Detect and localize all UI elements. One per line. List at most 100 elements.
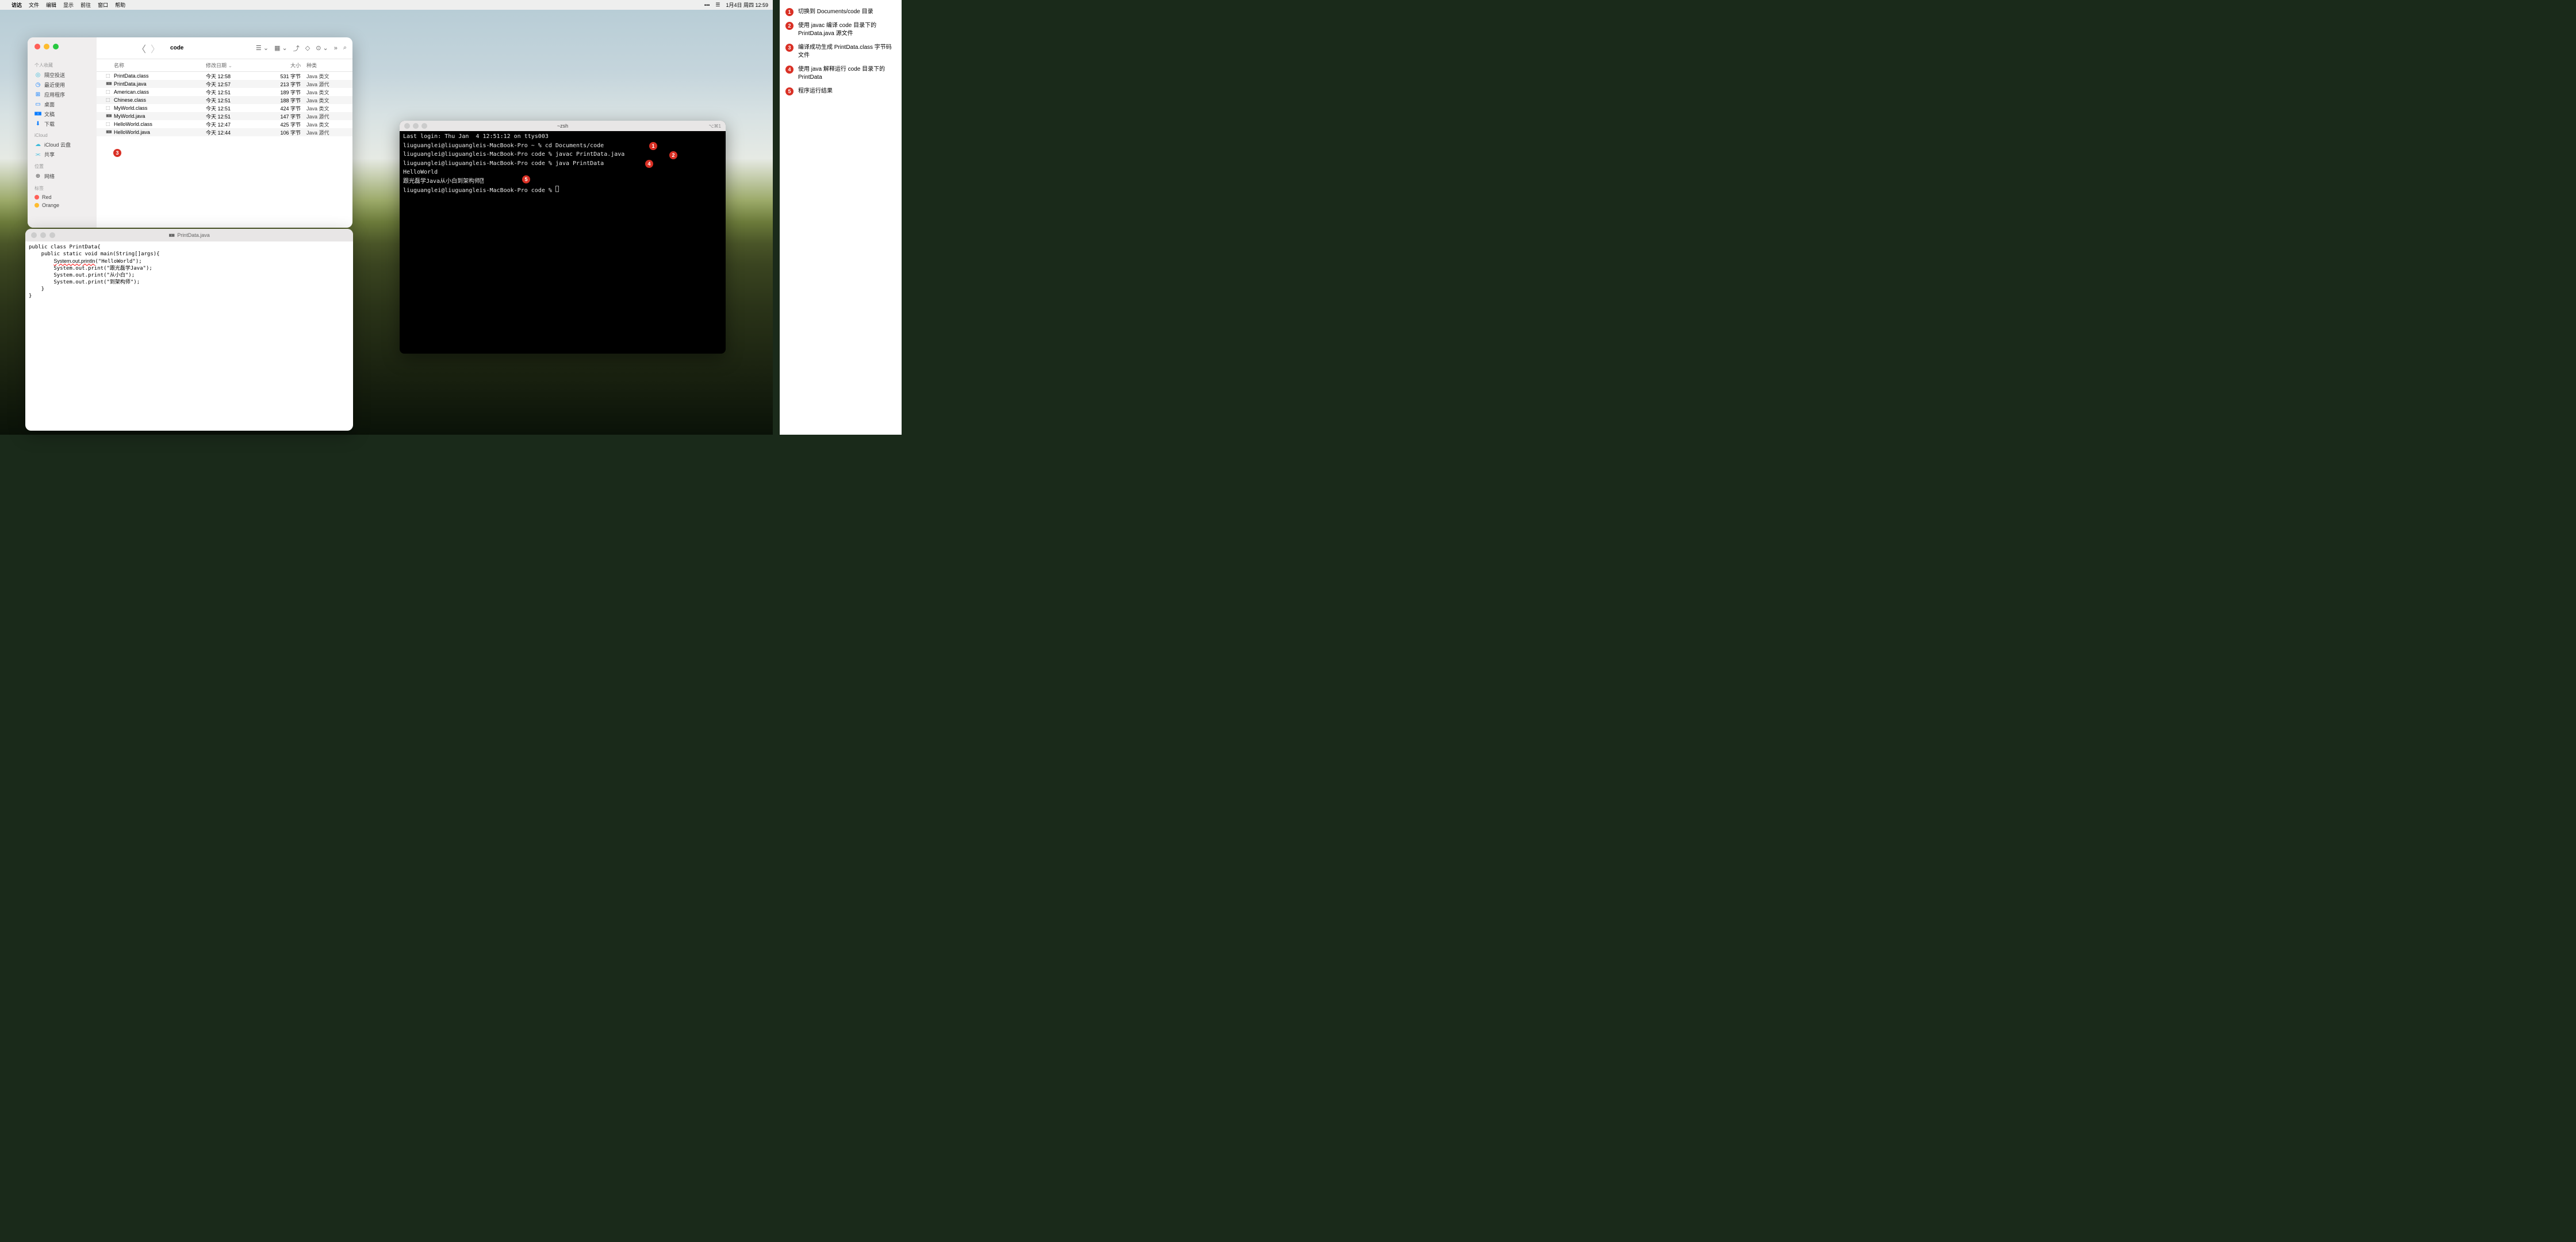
maximize-icon[interactable] <box>49 232 55 238</box>
close-icon[interactable] <box>34 44 40 49</box>
editor-content[interactable]: public class PrintData{ public static vo… <box>25 241 353 302</box>
maximize-icon[interactable] <box>53 44 59 49</box>
file-kind: Java 类文 <box>306 105 352 112</box>
sidebar-item-desktop[interactable]: ▭桌面 <box>28 99 97 109</box>
group-icon[interactable]: ▦ ⌄ <box>274 44 288 52</box>
overflow-icon[interactable]: » <box>334 45 338 52</box>
col-kind[interactable]: 种类 <box>306 62 352 69</box>
download-icon: ⬇ <box>34 121 41 128</box>
sidebar-item-downloads[interactable]: ⬇下载 <box>28 119 97 129</box>
file-modified: 今天 12:58 <box>206 72 269 80</box>
minimize-icon[interactable] <box>413 123 419 129</box>
file-size: 531 字节 <box>269 72 306 80</box>
annotation-badge-3: 3 <box>113 149 121 157</box>
finder-main: 〈 〉 code ☰ ⌄ ▦ ⌄ ⤴ ◇ ⊙ ⌄ » ⌕ 名称 修改日期 ⌄ 大… <box>97 37 352 228</box>
col-name[interactable]: 名称 <box>97 62 206 69</box>
sidebar-item-airdrop[interactable]: ◎隔空投送 <box>28 70 97 80</box>
sidebar-tag-red[interactable]: Red <box>28 193 97 201</box>
annotation-badge-2: 2 <box>669 151 677 159</box>
file-row[interactable]: ⬚HelloWorld.class今天 12:47425 字节Java 类文 <box>97 120 352 128</box>
finder-sidebar: 个人收藏 ◎隔空投送 ◷最近使用 ⊞应用程序 ▭桌面 🀰文稿 ⬇下载 iClou… <box>28 37 97 228</box>
cloud-icon: ☁ <box>34 141 41 148</box>
sidebar-header-tags: 标签 <box>28 183 97 193</box>
search-icon[interactable]: ⌕ <box>343 44 347 52</box>
file-size: 213 字节 <box>269 80 306 88</box>
close-icon[interactable] <box>404 123 410 129</box>
file-kind: Java 源代 <box>306 129 352 136</box>
badge-icon: 4 <box>785 66 793 74</box>
file-kind: Java 源代 <box>306 80 352 88</box>
action-icon[interactable]: ⊙ ⌄ <box>316 44 328 52</box>
editor-titlebar: 🀰 PrintData.java <box>25 229 353 241</box>
desktop-icon: ▭ <box>34 101 41 108</box>
file-name: MyWorld.class <box>114 105 206 111</box>
back-button[interactable]: 〈 <box>137 41 146 55</box>
forward-button[interactable]: 〉 <box>151 41 160 55</box>
file-size: 147 字节 <box>269 113 306 120</box>
file-row[interactable]: 🀰MyWorld.java今天 12:51147 字节Java 源代 <box>97 112 352 120</box>
file-row[interactable]: ⬚Chinese.class今天 12:51188 字节Java 类文 <box>97 96 352 104</box>
annotation-badge-1: 1 <box>649 142 657 150</box>
file-row[interactable]: 🀰PrintData.java今天 12:57213 字节Java 源代 <box>97 80 352 88</box>
minimize-icon[interactable] <box>40 232 46 238</box>
file-size: 425 字节 <box>269 121 306 128</box>
maximize-icon[interactable] <box>421 123 427 129</box>
file-modified: 今天 12:51 <box>206 89 269 96</box>
sidebar-item-shared[interactable]: ⫘共享 <box>28 150 97 159</box>
menu-edit[interactable]: 编辑 <box>46 1 56 9</box>
file-list-header: 名称 修改日期 ⌄ 大小 种类 <box>97 59 352 72</box>
file-row[interactable]: ⬚American.class今天 12:51189 字节Java 类文 <box>97 88 352 96</box>
sidebar-item-documents[interactable]: 🀰文稿 <box>28 109 97 119</box>
share-icon[interactable]: ⤴ <box>293 44 300 53</box>
file-row[interactable]: ⬚PrintData.class今天 12:58531 字节Java 类文 <box>97 72 352 80</box>
menu-window[interactable]: 窗口 <box>98 1 108 9</box>
file-list[interactable]: ⬚PrintData.class今天 12:58531 字节Java 类文🀰Pr… <box>97 72 352 228</box>
view-options-icon[interactable]: ☰ ⌄ <box>256 44 269 52</box>
terminal-title: ~zsh <box>557 123 568 129</box>
file-row[interactable]: ⬚MyWorld.class今天 12:51424 字节Java 类文 <box>97 104 352 112</box>
badge-icon: 3 <box>785 44 793 52</box>
share-icon: ⫘ <box>34 151 41 158</box>
tag-orange-icon <box>34 203 39 208</box>
control-center-icon[interactable]: ☰ <box>715 2 720 8</box>
clock-icon: ◷ <box>34 82 41 89</box>
file-modified: 今天 12:51 <box>206 97 269 104</box>
menu-view[interactable]: 显示 <box>63 1 74 9</box>
annotation-badge-4: 4 <box>645 160 653 168</box>
file-kind: Java 类文 <box>306 89 352 96</box>
col-size[interactable]: 大小 <box>269 62 306 69</box>
grid-icon: ⊞ <box>34 91 41 98</box>
menu-extra-icon[interactable]: ••• <box>704 2 710 8</box>
annotation-item: 4使用 java 解释运行 code 目录下的 PrintData <box>785 66 896 82</box>
sidebar-item-applications[interactable]: ⊞应用程序 <box>28 90 97 99</box>
tag-icon[interactable]: ◇ <box>305 44 310 52</box>
annotation-item: 5程序运行结果 <box>785 87 896 95</box>
minimize-icon[interactable] <box>44 44 49 49</box>
badge-icon: 1 <box>785 8 793 16</box>
file-icon: 🀰 <box>106 113 112 119</box>
file-icon: ⬚ <box>106 89 112 95</box>
file-size: 424 字节 <box>269 105 306 112</box>
menu-go[interactable]: 前往 <box>80 1 91 9</box>
clock[interactable]: 1月4日 周四 12:59 <box>726 1 768 9</box>
sort-desc-icon: ⌄ <box>228 63 233 68</box>
file-name: MyWorld.java <box>114 113 206 119</box>
menu-help[interactable]: 帮助 <box>115 1 125 9</box>
sidebar-item-recents[interactable]: ◷最近使用 <box>28 80 97 90</box>
annotation-item: 2使用 javac 编译 code 目录下的 PrintData.java 源文… <box>785 22 896 38</box>
sidebar-tag-orange[interactable]: Orange <box>28 201 97 209</box>
menu-file[interactable]: 文件 <box>29 1 39 9</box>
app-menu[interactable]: 访达 <box>12 1 22 9</box>
file-icon: ⬚ <box>106 105 112 111</box>
sidebar-item-network[interactable]: ⊕网络 <box>28 171 97 181</box>
file-size: 188 字节 <box>269 97 306 104</box>
file-name: HelloWorld.class <box>114 121 206 127</box>
file-row[interactable]: 🀰HelloWorld.java今天 12:44106 字节Java 源代 <box>97 128 352 136</box>
sidebar-header-locations: 位置 <box>28 162 97 171</box>
file-name: Chinese.class <box>114 97 206 103</box>
close-icon[interactable] <box>31 232 37 238</box>
file-modified: 今天 12:47 <box>206 121 269 128</box>
col-modified[interactable]: 修改日期 ⌄ <box>206 62 269 69</box>
terminal-content[interactable]: Last login: Thu Jan 4 12:51:12 on ttys00… <box>400 131 726 197</box>
sidebar-item-icloud-drive[interactable]: ☁iCloud 云盘 <box>28 140 97 150</box>
